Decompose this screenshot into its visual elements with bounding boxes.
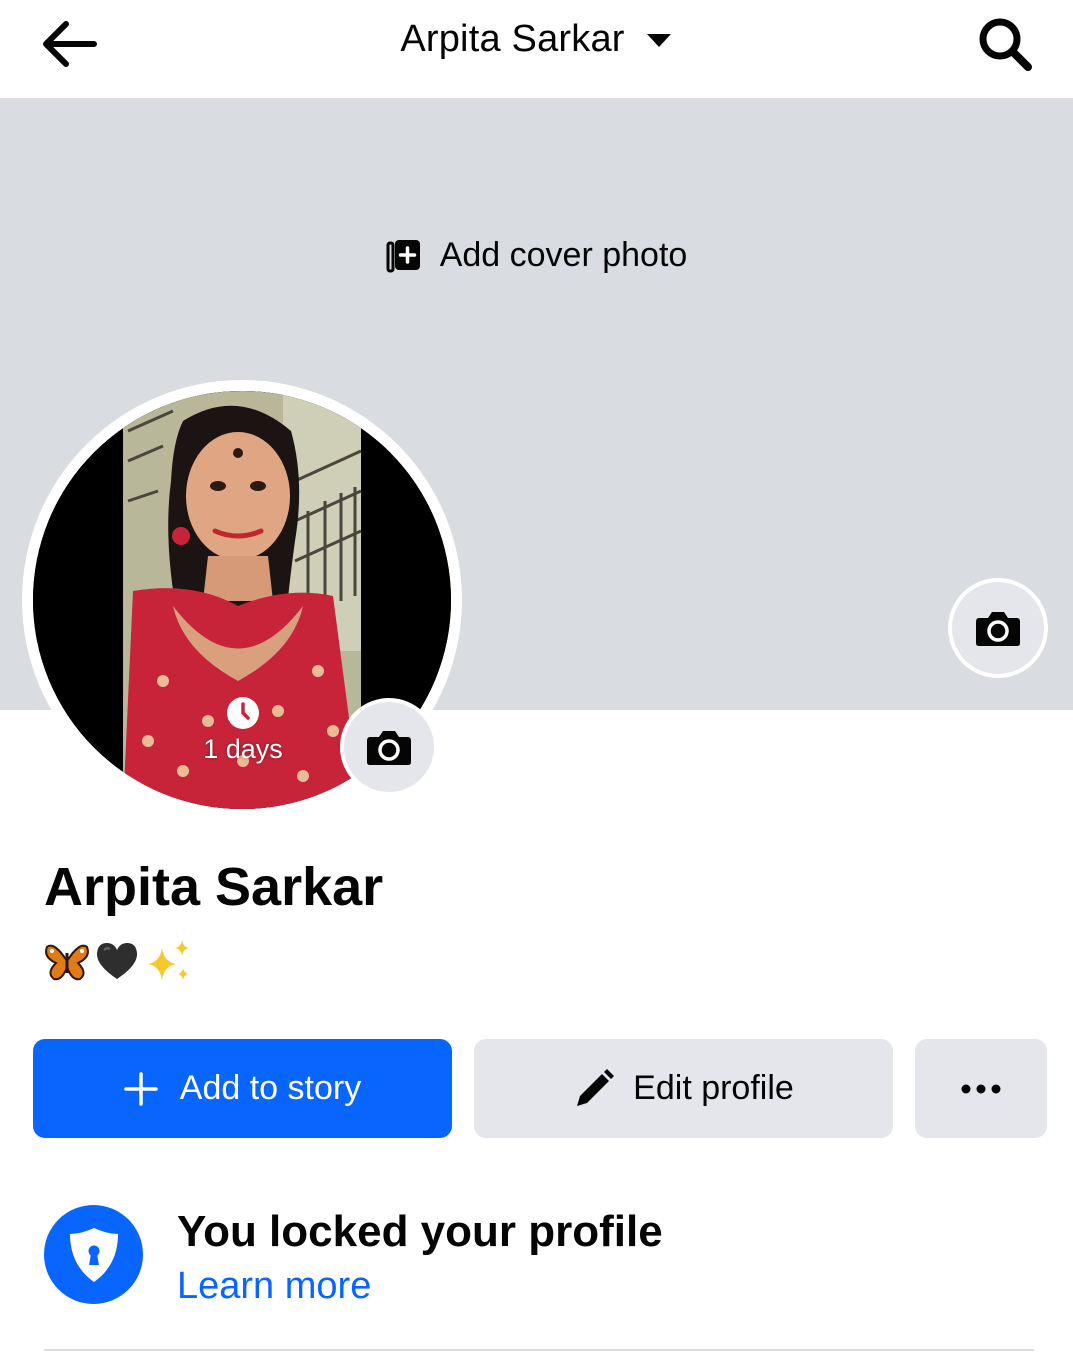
butterfly-icon [45,944,89,981]
sparkles-icon [148,940,189,980]
locked-profile-title: You locked your profile [177,1207,663,1256]
locked-profile-notice: You locked your profile Learn more [44,1205,1044,1315]
cover-camera-button[interactable] [948,578,1048,678]
header-title: Arpita Sarkar [400,18,625,60]
camera-icon [976,612,1020,646]
avatar-camera-button[interactable] [340,698,438,796]
pencil-icon [577,1068,615,1106]
add-cover-label: Add cover photo [439,236,688,274]
profile-actions: Add to story Edit profile [33,1039,1047,1138]
caret-down-icon [646,33,671,47]
more-dots-icon [961,1084,1001,1093]
profile-name: Arpita Sarkar [44,857,384,917]
add-cover-photo-button[interactable]: Add cover photo [0,236,1073,275]
shield-lock-icon [69,1227,118,1282]
add-to-story-label: Add to story [179,1069,362,1107]
story-badge: 1 days [203,696,283,765]
more-options-button[interactable] [915,1039,1047,1138]
edit-profile-button[interactable]: Edit profile [474,1039,893,1138]
edit-profile-label: Edit profile [633,1069,794,1107]
plus-icon [124,1071,158,1106]
add-to-story-button[interactable]: Add to story [33,1039,452,1138]
black-heart-icon [96,943,138,979]
shield-lock-badge [44,1205,143,1304]
section-divider [44,1349,1034,1351]
search-icon [979,18,1032,71]
search-button[interactable] [967,10,1043,78]
add-photo-icon [386,239,420,272]
story-duration: 1 days [203,734,283,764]
profile-bio [44,936,192,986]
camera-icon [367,731,411,765]
learn-more-link[interactable]: Learn more [177,1265,371,1308]
clock-icon [227,697,259,729]
profile-switcher[interactable]: Arpita Sarkar [0,18,1073,61]
top-app-bar: Arpita Sarkar [0,0,1073,100]
